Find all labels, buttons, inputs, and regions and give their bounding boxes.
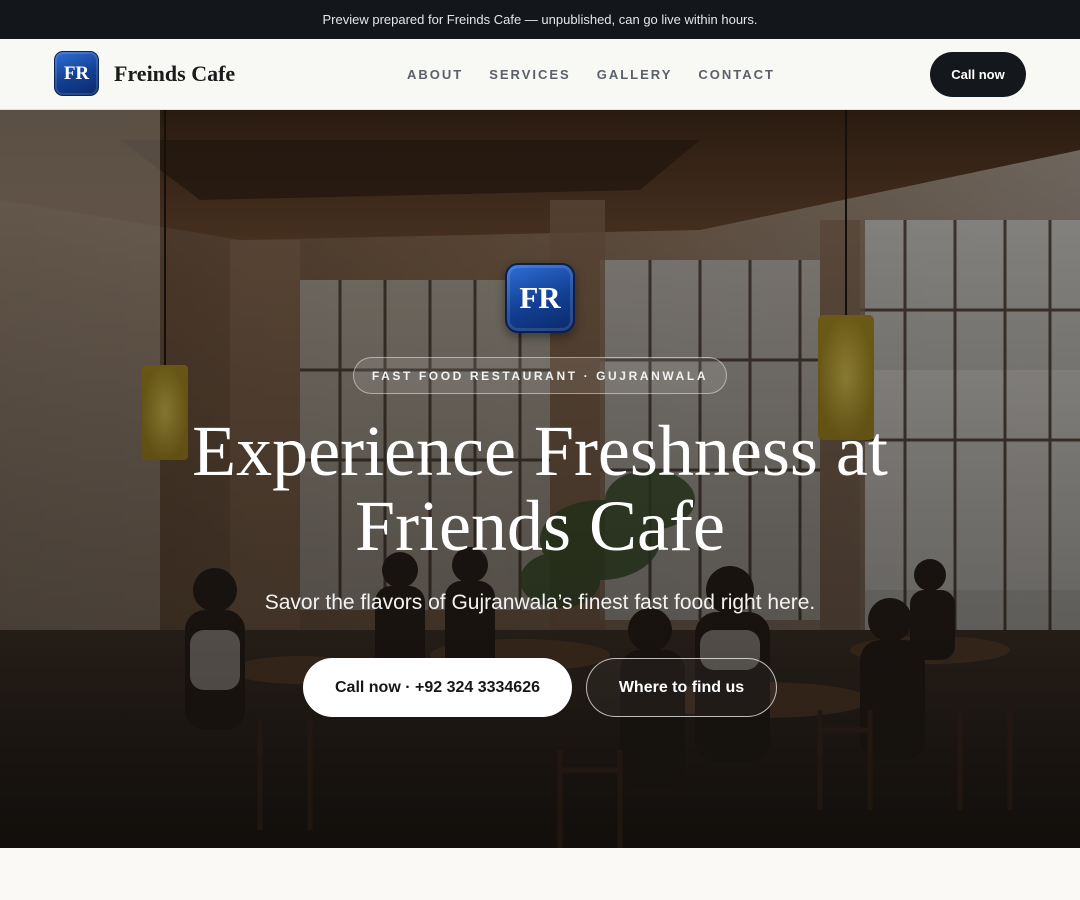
- hero-tagline-badge: FAST FOOD RESTAURANT · GUJRANWALA: [353, 357, 727, 394]
- nav-item-about[interactable]: ABOUT: [407, 67, 463, 82]
- preview-banner: Preview prepared for Freinds Cafe — unpu…: [0, 0, 1080, 39]
- hero-headline: Experience Freshness at Friends Cafe: [140, 414, 940, 564]
- hero-headline-line2: Friends Cafe: [355, 486, 725, 566]
- top-navigation: FR Freinds Cafe ABOUT SERVICES GALLERY C…: [0, 39, 1080, 110]
- hero-logo-icon: FR: [505, 263, 575, 333]
- brand[interactable]: FR Freinds Cafe: [54, 51, 235, 96]
- call-now-button[interactable]: Call now: [930, 52, 1026, 97]
- hero-headline-line1: Experience Freshness at: [192, 411, 888, 491]
- nav-item-contact[interactable]: CONTACT: [698, 67, 775, 82]
- hero-subheadline: Savor the flavors of Gujranwala’s finest…: [264, 591, 816, 614]
- hero-find-us-button[interactable]: Where to find us: [586, 658, 777, 717]
- hero-call-button[interactable]: Call now · +92 324 3334626: [303, 658, 572, 717]
- nav-menu: ABOUT SERVICES GALLERY CONTACT: [394, 39, 788, 109]
- nav-item-services[interactable]: SERVICES: [489, 67, 571, 82]
- brand-name: Freinds Cafe: [114, 60, 236, 86]
- logo-icon: FR: [54, 51, 99, 96]
- nav-item-gallery[interactable]: GALLERY: [597, 67, 673, 82]
- preview-banner-text: Preview prepared for Freinds Cafe — unpu…: [322, 12, 758, 27]
- hero-section: FR FAST FOOD RESTAURANT · GUJRANWALA Exp…: [0, 110, 1080, 848]
